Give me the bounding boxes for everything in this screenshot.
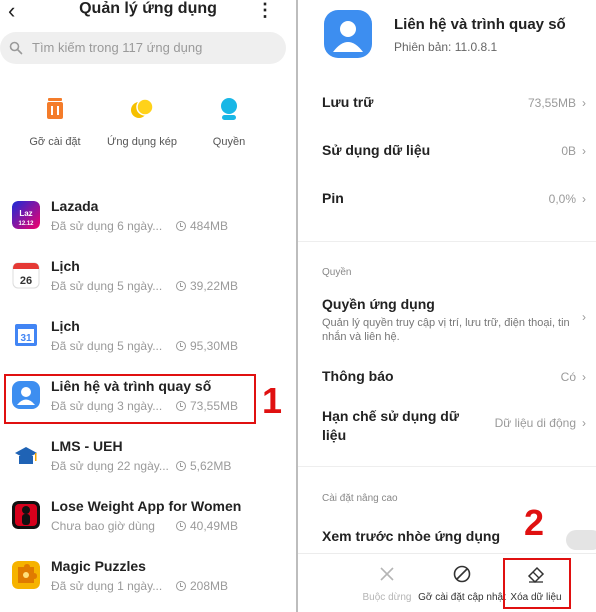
app-usage: Chưa bao giờ dùng [51, 519, 155, 533]
data-usage-label: Sử dụng dữ liệu [322, 142, 431, 158]
force-stop-label: Buộc dừng [362, 592, 412, 603]
app-name: LMS - UEH [51, 438, 123, 454]
notifications-label: Thông báo [322, 368, 394, 384]
calendar-day: 26 [20, 275, 32, 287]
clock-icon [176, 581, 186, 591]
app-list-item-lazada[interactable]: Laz 12.12 Lazada Đã sử dụng 6 ngày... 48… [0, 189, 296, 249]
lms-ueh-icon [12, 441, 40, 469]
section-header-advanced: Cài đặt nâng cao [322, 493, 398, 504]
annotation-number-1: 1 [262, 380, 283, 421]
permissions-label: Quyền [212, 136, 246, 148]
clock-icon [176, 461, 186, 471]
app-permissions-label: Quyền ứng dụng [322, 296, 435, 312]
app-name: Magic Puzzles [51, 558, 146, 574]
restrict-data-value: Dữ liệu di động [494, 416, 576, 430]
app-usage: Đã sử dụng 1 ngày... [51, 579, 163, 593]
trash-icon [47, 98, 63, 119]
notifications-value: Có [560, 370, 576, 384]
app-permissions-desc: Quản lý quyền truy cập vị trí, lưu trữ, … [322, 317, 570, 343]
app-size: 39,22MB [190, 279, 239, 293]
uninstall-button[interactable]: Gỡ cài đặt [10, 95, 100, 148]
clock-icon [176, 221, 186, 231]
blur-preview-label: Xem trước nhòe ứng dụng [322, 528, 501, 544]
app-name: Lịch [51, 318, 80, 334]
app-list-item-calendar[interactable]: 26 Lịch Đã sử dụng 5 ngày... 39,22MB [0, 249, 296, 309]
search-input[interactable]: Tìm kiếm trong 117 ứng dụng [0, 32, 286, 64]
dual-apps-button[interactable]: Ứng dụng kép [97, 95, 187, 148]
calendar-day: 31 [20, 333, 32, 344]
app-name: Liên hệ và trình quay số [394, 16, 566, 33]
storage-value: 73,55MB [527, 96, 576, 110]
app-name: Lose Weight App for Women [51, 498, 242, 514]
app-size: 40,49MB [190, 519, 239, 533]
data-usage-row[interactable]: Sử dụng dữ liệu 0B › [322, 142, 596, 158]
battery-value: 0,0% [548, 192, 576, 206]
storage-row[interactable]: Lưu trữ 73,55MB › [322, 94, 596, 110]
app-list-item-lose-weight[interactable]: Lose Weight App for Women Chưa bao giờ d… [0, 489, 296, 549]
uninstall-label: Gỡ cài đặt [29, 136, 81, 148]
data-usage-value: 0B [561, 144, 576, 158]
app-version: Phiên bản: 11.0.8.1 [394, 40, 498, 54]
app-name: Lazada [51, 198, 99, 214]
chevron-right-icon: › [582, 416, 586, 430]
app-usage: Đã sử dụng 22 ngày... [51, 459, 169, 473]
permissions-icon [221, 98, 237, 120]
magic-puzzles-icon [12, 561, 40, 589]
restrict-data-row[interactable]: Hạn chế sử dụng dữ liệu Dữ liệu di động › [322, 407, 596, 445]
chevron-right-icon: › [582, 96, 586, 110]
section-header-permissions: Quyền [322, 267, 352, 278]
clock-icon [176, 341, 186, 351]
force-stop-button[interactable]: Buộc dừng [362, 564, 412, 603]
lose-weight-icon [12, 501, 40, 529]
blur-preview-row[interactable]: Xem trước nhòe ứng dụng [322, 528, 596, 544]
app-size: 5,62MB [190, 459, 232, 473]
chevron-right-icon: › [582, 192, 586, 206]
google-calendar-icon: 31 [13, 322, 39, 348]
annotation-number-2: 2 [524, 502, 545, 543]
chevron-right-icon: › [582, 310, 586, 324]
app-size: 208MB [190, 579, 229, 593]
svg-text:12.12: 12.12 [18, 221, 34, 227]
calendar-icon: 26 [12, 262, 40, 289]
chevron-right-icon: › [582, 144, 586, 158]
app-usage: Đã sử dụng 5 ngày... [51, 279, 163, 293]
app-name: Lịch [51, 258, 80, 274]
app-list-item-google-calendar[interactable]: 31 Lịch Đã sử dụng 5 ngày... 95,30MB [0, 309, 296, 369]
notifications-row[interactable]: Thông báo Có › [322, 368, 596, 384]
app-permissions-row[interactable]: Quyền ứng dụng Quản lý quyền truy cập vị… [322, 296, 596, 344]
app-management-screen: ‹ Quản lý ứng dụng ⋮ Tìm kiếm trong 117 … [0, 0, 296, 612]
uninstall-updates-label: Gỡ cài đặt cập nhật [418, 592, 506, 603]
highlight-box-contacts [4, 374, 256, 424]
battery-row[interactable]: Pin 0,0% › [322, 190, 596, 206]
app-size: 95,30MB [190, 339, 239, 353]
chevron-right-icon: › [582, 370, 586, 384]
app-info-screen: Liên hệ và trình quay số Phiên bản: 11.0… [298, 0, 596, 612]
app-size: 484MB [190, 219, 229, 233]
permissions-button[interactable]: Quyền [184, 95, 274, 148]
uninstall-updates-button[interactable]: Gỡ cài đặt cập nhật [416, 564, 508, 603]
close-x-icon [380, 567, 394, 581]
contacts-icon [324, 10, 372, 58]
app-list-item-lms-ueh[interactable]: LMS - UEH Đã sử dụng 22 ngày... 5,62MB [0, 429, 296, 489]
header: ‹ Quản lý ứng dụng ⋮ [0, 0, 296, 24]
restrict-data-label: Hạn chế sử dụng dữ liệu [322, 408, 459, 443]
page-title: Quản lý ứng dụng [79, 0, 217, 17]
app-list-item-magic-puzzles[interactable]: Magic Puzzles Đã sử dụng 1 ngày... 208MB [0, 549, 296, 609]
section-divider [298, 466, 596, 467]
clock-icon [176, 521, 186, 531]
svg-text:Laz: Laz [19, 209, 32, 218]
app-usage: Đã sử dụng 6 ngày... [51, 219, 163, 233]
search-icon [9, 41, 23, 55]
section-divider [298, 241, 596, 242]
dual-apps-label: Ứng dụng kép [107, 136, 177, 148]
more-vertical-icon[interactable]: ⋮ [256, 0, 274, 21]
lazada-icon: Laz 12.12 [12, 201, 40, 229]
block-icon [453, 565, 471, 583]
search-placeholder: Tìm kiếm trong 117 ứng dụng [32, 40, 203, 55]
app-usage: Đã sử dụng 5 ngày... [51, 339, 163, 353]
dual-apps-icon [131, 98, 154, 118]
highlight-box-clear-data [503, 558, 571, 609]
blur-preview-toggle[interactable] [566, 530, 596, 550]
clock-icon [176, 281, 186, 291]
